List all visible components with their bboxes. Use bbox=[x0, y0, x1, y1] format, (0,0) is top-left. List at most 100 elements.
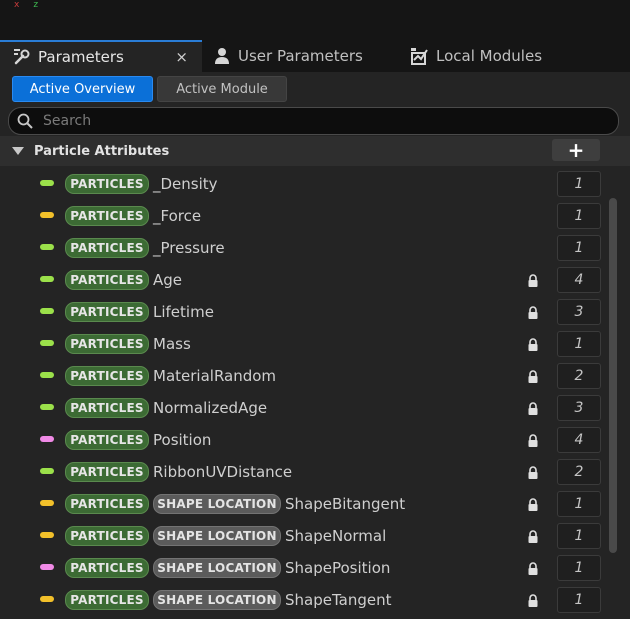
namespace-badge: PARTICLES bbox=[65, 238, 149, 258]
type-color-pill bbox=[40, 500, 54, 506]
attribute-name: _Density bbox=[153, 175, 218, 193]
reference-count: 1 bbox=[557, 171, 601, 197]
type-color-pill bbox=[40, 468, 54, 474]
namespace-badge: PARTICLES bbox=[65, 334, 149, 354]
scrollbar-thumb[interactable] bbox=[609, 198, 617, 553]
collapse-triangle-icon[interactable] bbox=[12, 147, 24, 155]
reference-count: 1 bbox=[557, 587, 601, 613]
namespace-badge: PARTICLES bbox=[65, 398, 149, 418]
category-header-particle-attributes[interactable]: Particle Attributes + bbox=[0, 136, 630, 166]
lock-icon bbox=[527, 273, 539, 287]
type-color-pill bbox=[40, 372, 54, 378]
lock-icon bbox=[527, 497, 539, 511]
reference-count: 4 bbox=[557, 267, 601, 293]
namespace-badge: PARTICLES bbox=[65, 590, 149, 610]
tab-bar: Parameters × User Parameters Local Modul… bbox=[0, 40, 630, 72]
reference-count: 1 bbox=[557, 555, 601, 581]
type-color-pill bbox=[40, 340, 54, 346]
attribute-name: ShapeBitangent bbox=[285, 495, 406, 513]
lock-icon bbox=[527, 465, 539, 479]
reference-count: 1 bbox=[557, 331, 601, 357]
search-box bbox=[8, 107, 619, 135]
active-module-button[interactable]: Active Module bbox=[157, 76, 287, 102]
type-color-pill bbox=[40, 276, 54, 282]
attribute-name: Mass bbox=[153, 335, 191, 353]
lock-icon bbox=[527, 337, 539, 351]
type-color-pill bbox=[40, 212, 54, 218]
close-tab-icon[interactable]: × bbox=[175, 48, 188, 66]
lock-icon bbox=[527, 561, 539, 575]
active-overview-button[interactable]: Active Overview bbox=[12, 76, 153, 102]
attribute-name: Age bbox=[153, 271, 183, 289]
attribute-name: _Pressure bbox=[153, 239, 225, 257]
lock-icon bbox=[527, 305, 539, 319]
attribute-row[interactable]: PARTICLES _Force 1 bbox=[0, 200, 605, 232]
attribute-row[interactable]: PARTICLES Lifetime 3 bbox=[0, 296, 605, 328]
attribute-row[interactable]: PARTICLES Mass 1 bbox=[0, 328, 605, 360]
parameters-panel: Active Overview Active Module Particle A… bbox=[0, 72, 630, 619]
type-color-pill bbox=[40, 532, 54, 538]
attribute-row[interactable]: PARTICLES MaterialRandom 2 bbox=[0, 360, 605, 392]
attribute-row[interactable]: PARTICLES Position 4 bbox=[0, 424, 605, 456]
reference-count: 1 bbox=[557, 203, 601, 229]
tab-user-parameters[interactable]: User Parameters bbox=[212, 40, 402, 72]
attribute-name: NormalizedAge bbox=[153, 399, 268, 417]
reference-count: 3 bbox=[557, 395, 601, 421]
type-color-pill bbox=[40, 404, 54, 410]
reference-count: 1 bbox=[557, 235, 601, 261]
attribute-row[interactable]: PARTICLES Age 4 bbox=[0, 264, 605, 296]
attribute-name: ShapeTangent bbox=[285, 591, 392, 609]
namespace-badge: PARTICLES bbox=[65, 494, 149, 514]
tab-parameters[interactable]: Parameters × bbox=[0, 40, 202, 72]
namespace-badge: PARTICLES bbox=[65, 302, 149, 322]
reference-count: 1 bbox=[557, 523, 601, 549]
wrench-icon bbox=[12, 47, 32, 67]
attribute-name: ShapeNormal bbox=[285, 527, 387, 545]
namespace-badge: PARTICLES bbox=[65, 430, 149, 450]
reference-count: 3 bbox=[557, 299, 601, 325]
attribute-row[interactable]: PARTICLES SHAPE LOCATION ShapeTangent 1 bbox=[0, 584, 605, 616]
search-icon bbox=[17, 113, 33, 129]
reference-count: 2 bbox=[557, 459, 601, 485]
attribute-row[interactable]: PARTICLES _Density 1 bbox=[0, 168, 605, 200]
lock-icon bbox=[527, 433, 539, 447]
tab-parameters-label: Parameters bbox=[38, 48, 124, 66]
attribute-row[interactable]: PARTICLES SHAPE LOCATION ShapeNormal 1 bbox=[0, 520, 605, 552]
type-color-pill bbox=[40, 564, 54, 570]
search-input[interactable] bbox=[41, 112, 585, 130]
attribute-name: _Force bbox=[153, 207, 202, 225]
add-attribute-button[interactable]: + bbox=[552, 139, 600, 161]
module-badge: SHAPE LOCATION bbox=[153, 494, 281, 514]
namespace-badge: PARTICLES bbox=[65, 270, 149, 290]
type-color-pill bbox=[40, 596, 54, 602]
attribute-row[interactable]: PARTICLES SHAPE LOCATION ShapePosition 1 bbox=[0, 552, 605, 584]
namespace-badge: PARTICLES bbox=[65, 366, 149, 386]
module-badge: SHAPE LOCATION bbox=[153, 590, 281, 610]
attribute-name: Lifetime bbox=[153, 303, 214, 321]
namespace-badge: PARTICLES bbox=[65, 174, 149, 194]
tab-user-parameters-label: User Parameters bbox=[238, 47, 363, 65]
namespace-badge: PARTICLES bbox=[65, 526, 149, 546]
attribute-name: MaterialRandom bbox=[153, 367, 277, 385]
lock-icon bbox=[527, 529, 539, 543]
lock-icon bbox=[527, 401, 539, 415]
namespace-badge: PARTICLES bbox=[65, 206, 149, 226]
attribute-row[interactable]: PARTICLES RibbonUVDistance 2 bbox=[0, 456, 605, 488]
namespace-badge: PARTICLES bbox=[65, 558, 149, 578]
attribute-row[interactable]: PARTICLES _Pressure 1 bbox=[0, 232, 605, 264]
reference-count: 4 bbox=[557, 427, 601, 453]
namespace-badge: PARTICLES bbox=[65, 462, 149, 482]
type-color-pill bbox=[40, 180, 54, 186]
tab-local-modules[interactable]: Local Modules bbox=[410, 40, 610, 72]
attribute-row[interactable]: PARTICLES NormalizedAge 3 bbox=[0, 392, 605, 424]
attribute-row[interactable]: PARTICLES SHAPE LOCATION ShapeBitangent 1 bbox=[0, 488, 605, 520]
category-title: Particle Attributes bbox=[34, 143, 170, 159]
attribute-name: Position bbox=[153, 431, 212, 449]
viewport-axis-marks: xz bbox=[14, 0, 39, 10]
lock-icon bbox=[527, 593, 539, 607]
type-color-pill bbox=[40, 308, 54, 314]
reference-count: 2 bbox=[557, 363, 601, 389]
lock-icon bbox=[527, 369, 539, 383]
module-icon bbox=[410, 46, 430, 66]
attribute-name: ShapePosition bbox=[285, 559, 391, 577]
